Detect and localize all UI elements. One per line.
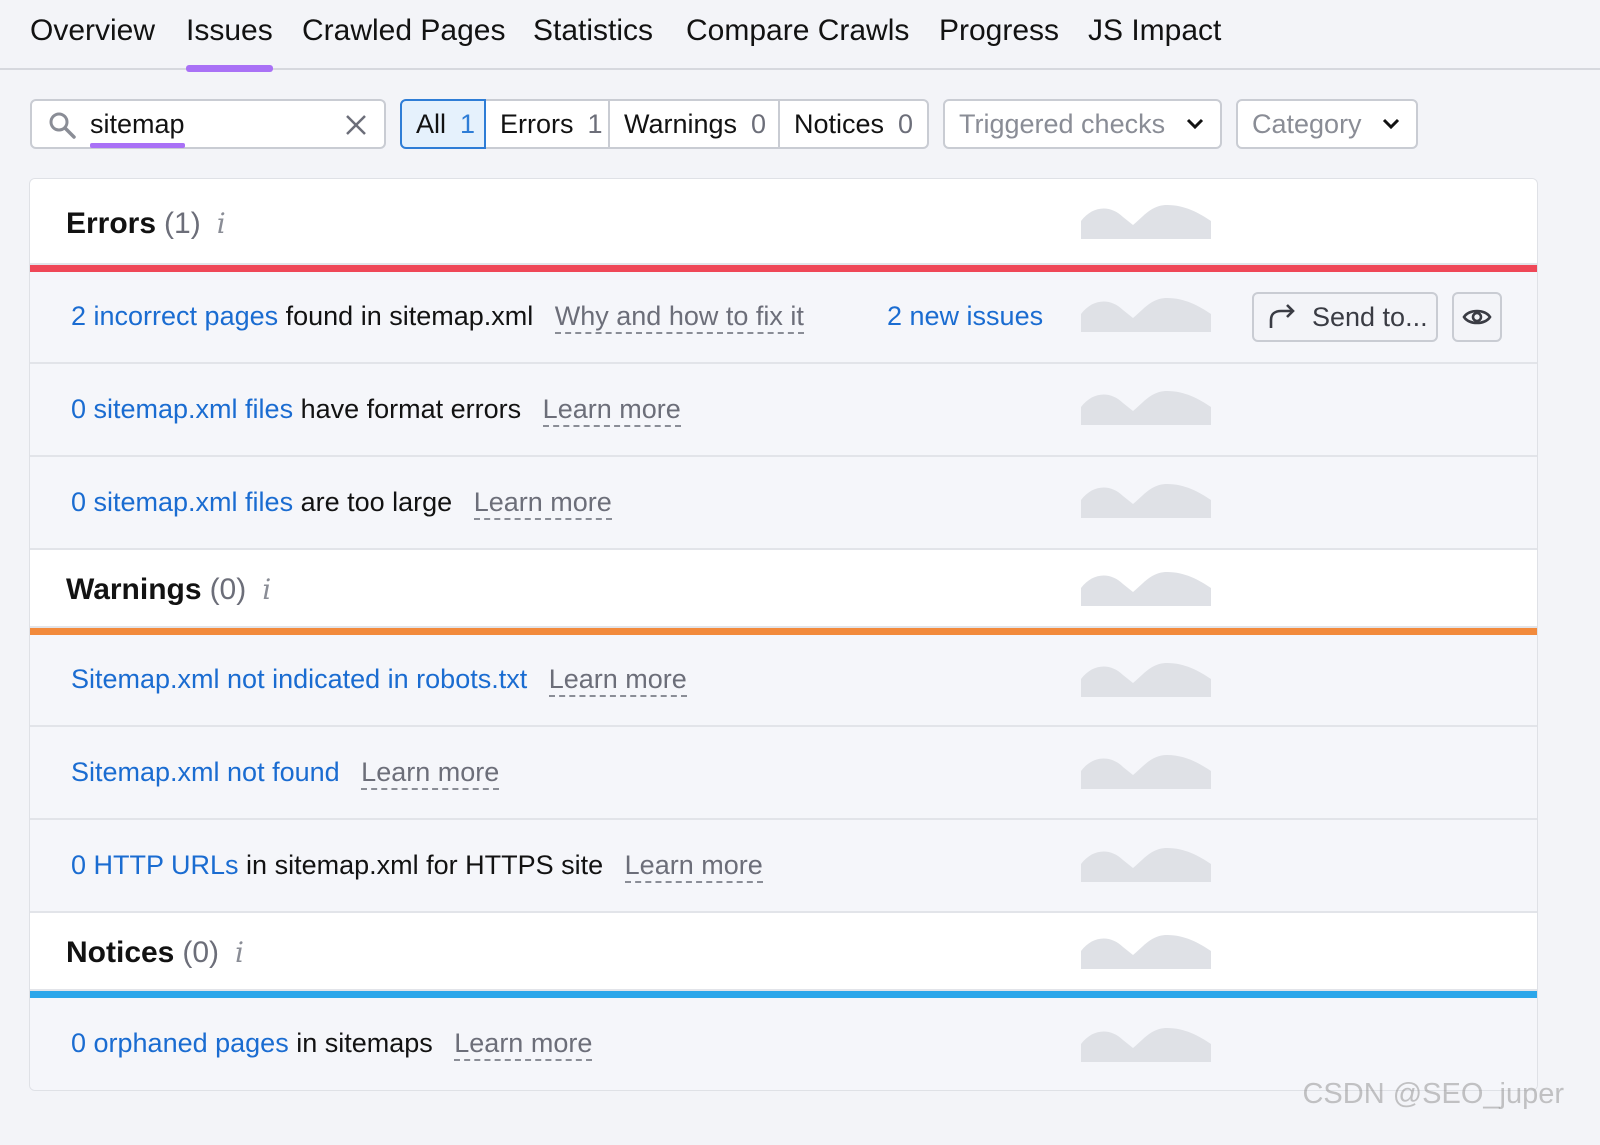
filter-notices-count: 0 [898, 108, 914, 139]
info-icon[interactable]: i [217, 207, 226, 240]
notices-count: (0) [182, 936, 220, 969]
learn-more-link[interactable]: Learn more [454, 1028, 593, 1061]
filter-notices-button[interactable]: Notices 0 [778, 99, 929, 149]
triggered-checks-label: Triggered checks [959, 108, 1166, 139]
issue-row: 0 sitemap.xml files are too large Learn … [30, 457, 1537, 550]
trend-sparkline [1081, 298, 1211, 332]
warnings-color-bar [30, 628, 1537, 635]
trend-sparkline [1081, 755, 1211, 789]
chevron-down-icon [1186, 118, 1204, 130]
issue-text: in sitemaps [288, 1028, 433, 1058]
category-dropdown[interactable]: Category [1236, 99, 1418, 149]
trend-sparkline [1081, 1028, 1211, 1062]
tab-compare-crawls[interactable]: Compare Crawls [686, 14, 909, 70]
errors-count: (1) [164, 207, 201, 240]
filter-errors-count: 1 [587, 108, 603, 139]
trend-sparkline [1081, 572, 1211, 606]
tab-progress[interactable]: Progress [939, 14, 1059, 70]
search-icon [49, 112, 76, 139]
trend-sparkline [1081, 848, 1211, 882]
issue-link[interactable]: 0 HTTP URLs [71, 850, 239, 880]
trend-sparkline [1081, 484, 1211, 518]
trend-sparkline [1081, 935, 1211, 969]
warnings-section-header: Warnings (0) i [30, 550, 1537, 628]
errors-section-header: Errors (1) i [30, 179, 1537, 265]
chevron-down-icon [1382, 118, 1400, 130]
tab-crawled-pages[interactable]: Crawled Pages [302, 14, 505, 70]
tab-statistics[interactable]: Statistics [533, 14, 653, 70]
tab-js-impact[interactable]: JS Impact [1088, 14, 1221, 70]
tab-issues[interactable]: Issues [186, 14, 273, 72]
notices-section-header: Notices (0) i [30, 913, 1537, 991]
search-input[interactable]: sitemap [30, 99, 386, 149]
triggered-checks-dropdown[interactable]: Triggered checks [943, 99, 1222, 149]
send-to-button[interactable]: Send to... [1252, 292, 1438, 342]
issue-text: have format errors [293, 394, 522, 424]
learn-more-link[interactable]: Learn more [361, 757, 500, 790]
hide-issue-button[interactable] [1452, 292, 1502, 342]
learn-more-link[interactable]: Learn more [624, 850, 763, 883]
issue-text: in sitemap.xml for HTTPS site [238, 850, 604, 880]
filter-errors-label: Errors [500, 108, 574, 139]
issue-link[interactable]: Sitemap.xml not indicated in robots.txt [71, 664, 527, 694]
trend-sparkline [1081, 205, 1211, 239]
info-icon[interactable]: i [262, 573, 271, 606]
info-icon[interactable]: i [235, 936, 244, 969]
learn-more-link[interactable]: Learn more [542, 394, 681, 427]
issue-link[interactable]: 0 orphaned pages [71, 1028, 289, 1058]
issue-text: are too large [293, 487, 453, 517]
why-and-how-to-fix-link[interactable]: Why and how to fix it [554, 301, 804, 334]
filter-warnings-button[interactable]: Warnings 0 [608, 99, 780, 149]
notices-color-bar [30, 991, 1537, 998]
filter-warnings-count: 0 [751, 108, 767, 139]
filter-all-button[interactable]: All 1 [400, 99, 486, 149]
new-issues-link[interactable]: 2 new issues [887, 301, 1043, 332]
top-tabs: Overview Issues Crawled Pages Statistics… [0, 0, 1600, 72]
filter-warnings-label: Warnings [624, 108, 738, 139]
issue-row: 2 incorrect pages found in sitemap.xml W… [30, 272, 1537, 364]
filter-all-count: 1 [460, 108, 476, 139]
clear-icon[interactable] [344, 113, 368, 137]
filter-all-label: All [416, 108, 447, 139]
trend-sparkline [1081, 391, 1211, 425]
filter-errors-button[interactable]: Errors 1 [484, 99, 610, 149]
trend-sparkline [1081, 663, 1211, 697]
issue-link[interactable]: Sitemap.xml not found [71, 757, 340, 787]
learn-more-link[interactable]: Learn more [473, 487, 612, 520]
issue-row: 0 HTTP URLs in sitemap.xml for HTTPS sit… [30, 820, 1537, 913]
share-arrow-icon [1269, 304, 1295, 328]
issue-row: 0 sitemap.xml files have format errors L… [30, 364, 1537, 457]
issue-link[interactable]: 0 sitemap.xml files [71, 394, 293, 424]
errors-title: Errors [66, 207, 157, 240]
errors-color-bar [30, 265, 1537, 272]
issue-row: Sitemap.xml not found Learn more [30, 727, 1537, 820]
issue-text: found in sitemap.xml [278, 301, 534, 331]
issues-card: Errors (1) i 2 incorrect pages found in si… [29, 178, 1538, 1091]
issue-row: Sitemap.xml not indicated in robots.txt … [30, 635, 1537, 727]
category-label: Category [1252, 108, 1362, 139]
send-to-label: Send to... [1312, 301, 1428, 332]
search-value: sitemap [90, 109, 185, 148]
eye-icon [1462, 309, 1492, 325]
watermark: CSDN @SEO_juper [1302, 1078, 1564, 1110]
issue-link[interactable]: 0 sitemap.xml files [71, 487, 293, 517]
filter-notices-label: Notices [794, 108, 885, 139]
warnings-count: (0) [209, 573, 247, 606]
issue-link[interactable]: 2 incorrect pages [71, 301, 278, 331]
warnings-title: Warnings [66, 573, 202, 606]
learn-more-link[interactable]: Learn more [548, 664, 687, 697]
tab-overview[interactable]: Overview [30, 14, 155, 70]
notices-title: Notices [66, 936, 175, 969]
